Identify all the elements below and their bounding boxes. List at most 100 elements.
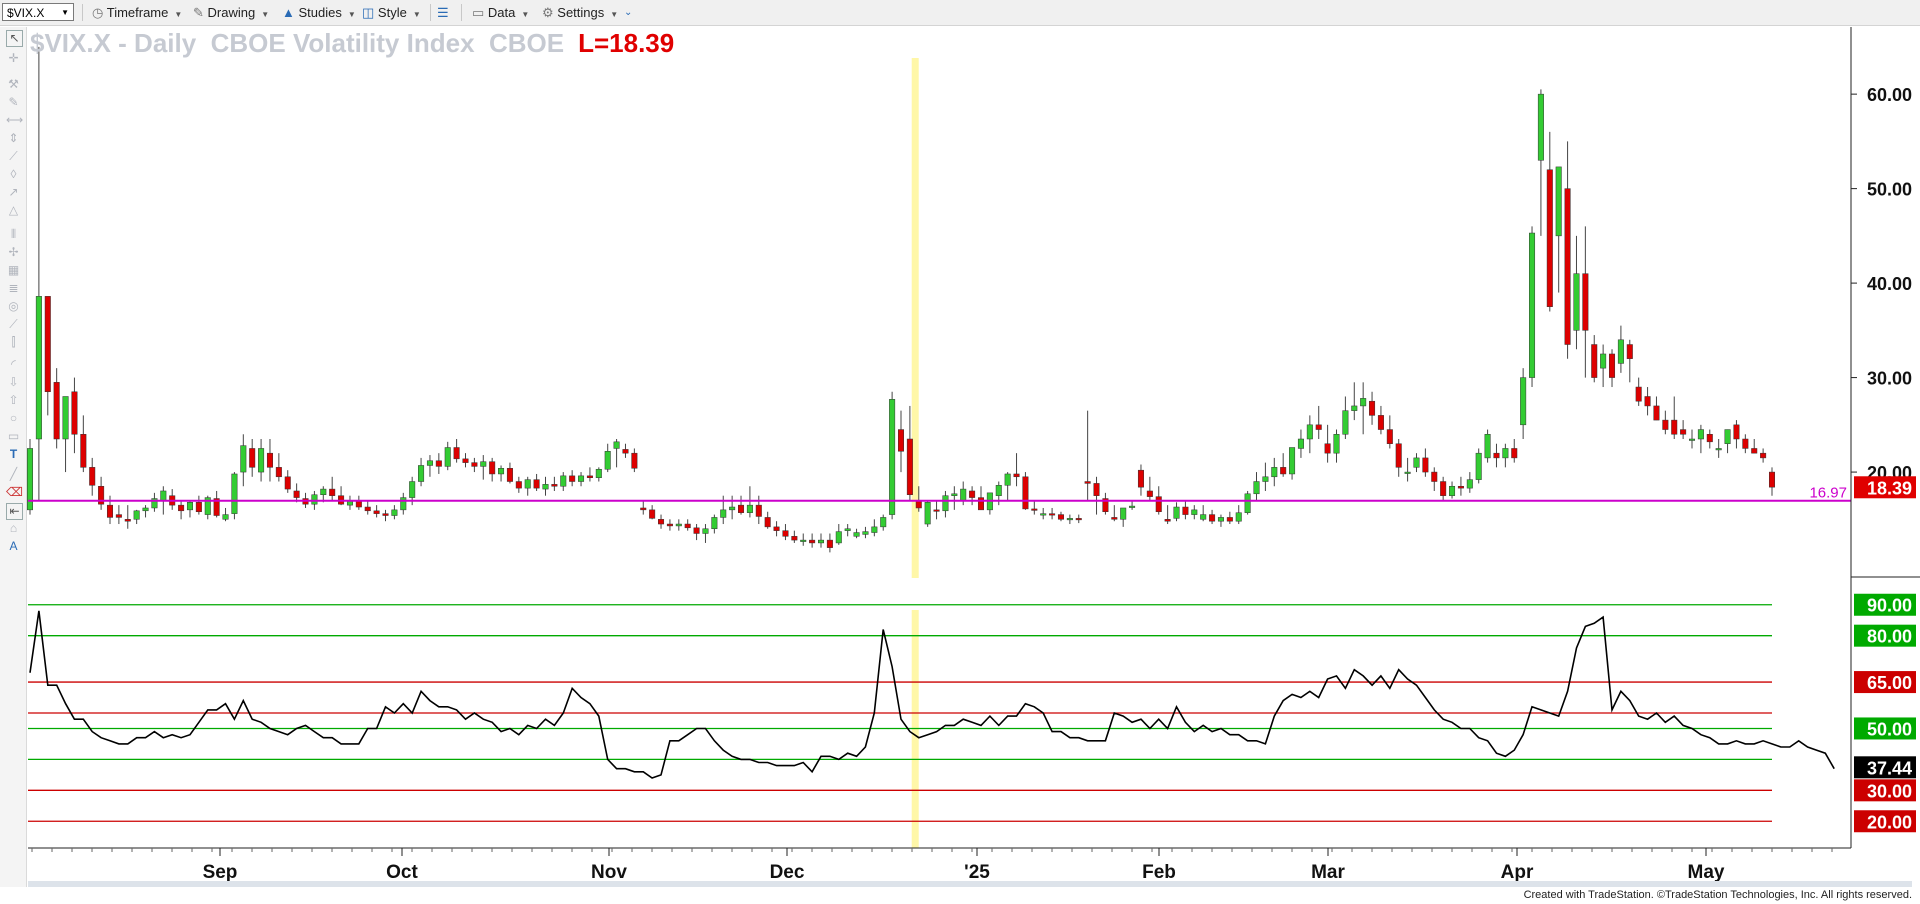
candle-body bbox=[1404, 471, 1411, 474]
candle-body bbox=[1244, 493, 1251, 513]
candle-body bbox=[195, 502, 202, 513]
candle-body bbox=[1715, 448, 1722, 451]
candle-body bbox=[1129, 505, 1136, 508]
candle-body bbox=[933, 509, 940, 512]
candle-body bbox=[1324, 443, 1331, 454]
candle-body bbox=[1155, 496, 1162, 513]
oscillator-last-value: 37.44 bbox=[1867, 758, 1912, 778]
candle-body bbox=[435, 460, 442, 467]
price-axis-label: 60.00 bbox=[1867, 85, 1912, 105]
candle-body bbox=[373, 510, 380, 514]
candle-body bbox=[1591, 344, 1598, 378]
time-axis-label: Apr bbox=[1501, 862, 1534, 883]
candle-body bbox=[1057, 514, 1064, 520]
candle-body bbox=[1440, 481, 1447, 496]
candle-body bbox=[542, 484, 549, 490]
candle-body bbox=[1111, 517, 1118, 520]
candle-body bbox=[1671, 419, 1678, 435]
candle-body bbox=[444, 447, 451, 467]
candle-body bbox=[311, 494, 318, 505]
candle-body bbox=[924, 502, 931, 525]
candle-body bbox=[453, 447, 460, 460]
footer: Created with TradeStation. ©TradeStation… bbox=[0, 887, 1920, 904]
candle-body bbox=[1369, 400, 1376, 416]
reference-line-label: 16.97 bbox=[1809, 485, 1847, 502]
candle-body bbox=[1573, 273, 1580, 331]
candle-body bbox=[471, 462, 478, 467]
candle-body bbox=[115, 514, 122, 518]
time-axis-label: Dec bbox=[770, 862, 805, 883]
candle-body bbox=[249, 448, 256, 468]
candle-body bbox=[800, 539, 807, 542]
oscillator-level-label: 20.00 bbox=[1867, 812, 1912, 832]
candle-body bbox=[1529, 232, 1536, 378]
candle-body bbox=[1333, 434, 1340, 454]
candle-body bbox=[755, 504, 762, 517]
candle-body bbox=[133, 510, 140, 520]
candle-body bbox=[578, 475, 585, 482]
candle-body bbox=[880, 517, 887, 528]
candle-body bbox=[658, 519, 665, 525]
candle-body bbox=[640, 507, 647, 511]
candle-body bbox=[977, 497, 984, 511]
time-axis-label: Mar bbox=[1311, 862, 1345, 883]
candle-body bbox=[906, 438, 913, 495]
candle-body bbox=[826, 539, 833, 548]
candle-body bbox=[1164, 519, 1171, 522]
candle-body bbox=[995, 485, 1002, 496]
candle-body bbox=[418, 465, 425, 482]
candle-body bbox=[1742, 438, 1749, 449]
candle-body bbox=[1066, 518, 1073, 521]
candle-body bbox=[89, 467, 96, 486]
candle-body bbox=[897, 429, 905, 452]
chart-title: $VIX.X - Daily CBOE Volatility Index CBO… bbox=[30, 28, 674, 58]
candle-body bbox=[809, 539, 816, 544]
candle-body bbox=[1120, 507, 1127, 520]
candle-body bbox=[684, 523, 691, 529]
time-axis-label: Sep bbox=[203, 862, 238, 883]
candle-body bbox=[1706, 434, 1713, 443]
candle-body bbox=[1609, 353, 1616, 378]
candle-body bbox=[275, 467, 282, 478]
chart-area[interactable]: 16.97 60.00 50.00 40.00 30.00 20.00 18.39 90.0… bbox=[0, 0, 1920, 904]
candle-body bbox=[1511, 448, 1518, 459]
candle-body bbox=[1315, 424, 1322, 430]
candle-body bbox=[1475, 452, 1482, 480]
candle-body bbox=[1457, 485, 1464, 489]
candle-body bbox=[506, 468, 513, 482]
candle-body bbox=[551, 484, 558, 487]
candle-body bbox=[729, 506, 736, 511]
time-axis-label: '25 bbox=[964, 862, 990, 883]
candle-body bbox=[569, 475, 576, 482]
candle-body bbox=[382, 513, 389, 516]
candle-body bbox=[1191, 509, 1198, 515]
candle-body bbox=[622, 449, 629, 454]
time-axis-label: Feb bbox=[1142, 862, 1176, 883]
candle-body bbox=[1137, 469, 1144, 488]
time-axis-label: May bbox=[1688, 862, 1725, 883]
candle-body bbox=[364, 506, 371, 512]
candle-body bbox=[1253, 481, 1260, 495]
candle-body bbox=[480, 461, 487, 467]
last-price-badge-text: 18.39 bbox=[1867, 478, 1912, 498]
candle-body bbox=[1555, 166, 1562, 237]
candle-body bbox=[1075, 518, 1082, 521]
candle-body bbox=[400, 497, 407, 511]
oscillator-level-label: 65.00 bbox=[1867, 673, 1912, 693]
candle-body bbox=[818, 539, 825, 544]
candle-body bbox=[142, 507, 149, 512]
candle-body bbox=[1280, 467, 1287, 475]
candle-body bbox=[124, 519, 131, 522]
candle-body bbox=[1626, 344, 1633, 359]
candle-body bbox=[720, 509, 727, 518]
candle-body bbox=[44, 296, 51, 393]
candle-body bbox=[604, 451, 611, 470]
candle-body bbox=[1297, 438, 1304, 449]
candle-body bbox=[1146, 490, 1153, 497]
candle-body bbox=[391, 509, 398, 516]
last-price-label: L=18.39 bbox=[578, 28, 674, 58]
candle-body bbox=[1395, 443, 1402, 468]
candle-body bbox=[533, 479, 540, 489]
candle-body bbox=[1653, 405, 1660, 421]
price-axis-label: 30.00 bbox=[1867, 369, 1912, 389]
